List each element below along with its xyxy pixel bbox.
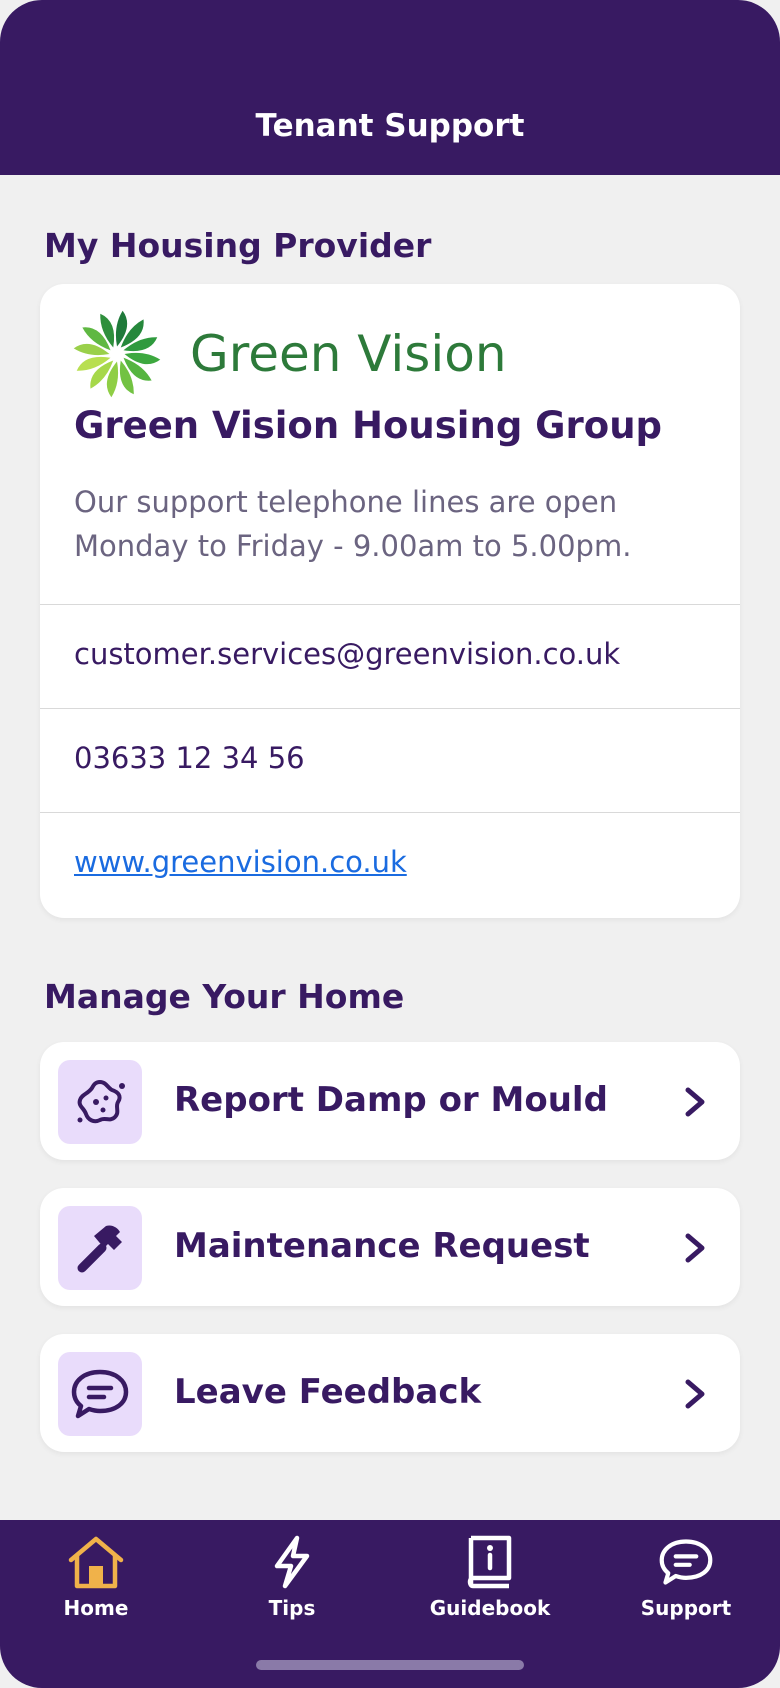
chevron-right-icon: [685, 1379, 705, 1409]
hammer-icon: [77, 1225, 122, 1273]
tab-home[interactable]: Home: [16, 1534, 176, 1634]
email-row[interactable]: customer.services@greenvision.co.uk: [40, 604, 740, 708]
tab-home-label: Home: [63, 1596, 129, 1620]
support-hours-line2: Monday to Friday - 9.00am to 5.00pm.: [74, 529, 632, 563]
website-row[interactable]: www.greenvision.co.uk: [40, 812, 740, 916]
chat-bubble-icon: [71, 1369, 129, 1419]
book-icon: [467, 1535, 512, 1589]
phone-row[interactable]: 03633 12 34 56: [40, 708, 740, 812]
home-indicator[interactable]: [256, 1660, 524, 1670]
tab-support[interactable]: Support: [606, 1534, 766, 1634]
mould-icon-container: [58, 1060, 142, 1144]
tab-guidebook[interactable]: Guidebook: [410, 1534, 570, 1634]
home-icon: [68, 1536, 124, 1589]
chevron-right-icon: [685, 1233, 705, 1263]
report-damp-button[interactable]: Report Damp or Mould: [40, 1042, 740, 1160]
tab-guidebook-label: Guidebook: [429, 1596, 551, 1620]
website-link[interactable]: www.greenvision.co.uk: [74, 845, 407, 879]
chat-icon-container: [58, 1352, 142, 1436]
tab-tips[interactable]: Tips: [212, 1534, 372, 1634]
action-label: Report Damp or Mould: [174, 1080, 608, 1120]
support-hours-line1: Our support telephone lines are open: [74, 485, 618, 519]
logo-wordmark: Green Vision: [190, 325, 507, 383]
support-hours: Our support telephone lines are open Mon…: [74, 480, 714, 568]
mould-icon: [77, 1080, 125, 1124]
sunburst-logo-icon: [73, 310, 161, 398]
chevron-right-icon: [685, 1087, 705, 1117]
action-label: Maintenance Request: [174, 1226, 590, 1266]
phone-text[interactable]: 03633 12 34 56: [74, 741, 305, 775]
manage-section-title: Manage Your Home: [44, 977, 405, 1016]
provider-logo: Green Vision: [70, 304, 507, 404]
provider-name: Green Vision Housing Group: [74, 404, 663, 447]
tab-support-label: Support: [640, 1596, 732, 1620]
leave-feedback-button[interactable]: Leave Feedback: [40, 1334, 740, 1452]
maintenance-request-button[interactable]: Maintenance Request: [40, 1188, 740, 1306]
app-header: Tenant Support: [0, 0, 780, 175]
provider-section-title: My Housing Provider: [44, 226, 432, 265]
email-text[interactable]: customer.services@greenvision.co.uk: [74, 637, 620, 671]
chat-bubble-icon: [659, 1539, 713, 1585]
page-title: Tenant Support: [255, 108, 525, 144]
tab-tips-label: Tips: [268, 1596, 316, 1620]
provider-card: Green Vision Green Vision Housing Group …: [40, 284, 740, 918]
hammer-icon-container: [58, 1206, 142, 1290]
lightning-icon: [274, 1535, 310, 1589]
action-label: Leave Feedback: [174, 1372, 482, 1412]
